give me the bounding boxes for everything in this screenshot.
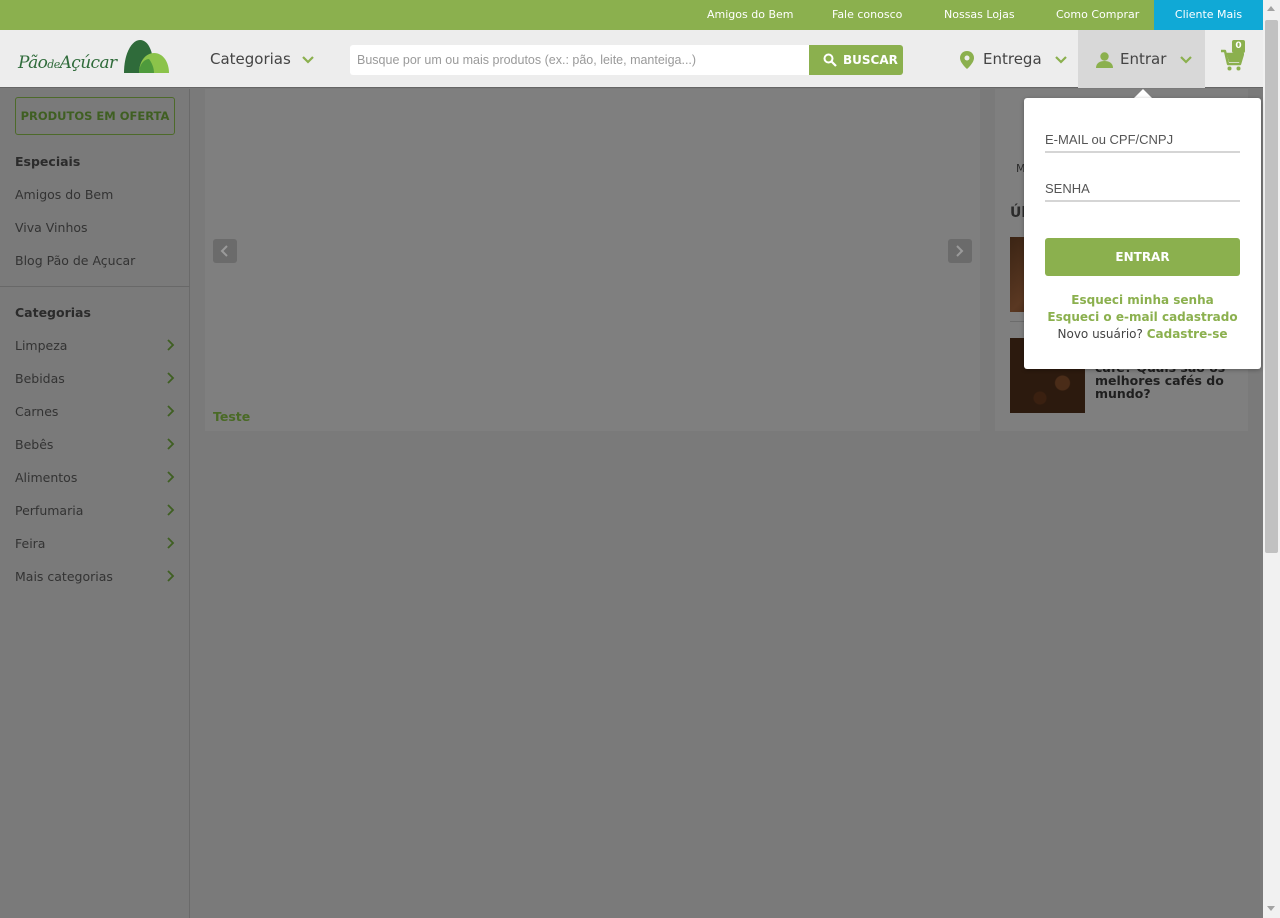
new-user-text: Novo usuário? Cadastre-se [1024,327,1261,341]
chevron-right-icon [956,245,964,257]
main-header: PãodeAçúcar Categorias BUSCAR Entrega En… [0,30,1263,88]
page-scrollbar[interactable] [1263,0,1280,918]
sidebar-item-bebidas[interactable]: Bebidas [15,371,175,386]
forgot-email-link[interactable]: Esqueci o e-mail cadastrado [1024,310,1261,324]
sidebar-item-label: Perfumaria [15,503,84,518]
chevron-right-icon [167,405,175,417]
chevron-left-icon [220,245,228,257]
cart-count-badge: 0 [1232,40,1245,53]
sidebar-item-label: Alimentos [15,470,78,485]
categorias-label: Categorias [210,50,291,68]
carousel-caption[interactable]: Teste [213,409,250,424]
chevron-down-icon [1055,55,1068,64]
pao-de-acucar-logo[interactable]: PãodeAçúcar [18,39,173,79]
location-pin-icon [960,51,974,69]
scroll-thumb[interactable] [1265,20,1278,553]
toplink-nossas-lojas[interactable]: Nossas Lojas [944,0,1015,30]
sidebar-item-bebes[interactable]: Bebês [15,437,175,452]
logo-wordmark: PãodeAçúcar [18,53,117,73]
chevron-right-icon [167,339,175,351]
signup-link[interactable]: Cadastre-se [1147,327,1228,341]
categorias-dropdown[interactable]: Categorias [210,30,314,88]
chevron-right-icon [167,372,175,384]
scroll-up-arrow-icon[interactable] [1267,6,1275,11]
sidebar-item-blog[interactable]: Blog Pão de Açucar [15,253,175,268]
chevron-right-icon [167,537,175,549]
produtos-em-oferta-button[interactable]: PRODUTOS EM OFERTA [15,97,175,135]
sidebar-item-label: Bebês [15,437,54,452]
new-user-label: Novo usuário? [1057,327,1143,341]
toplink-fale-conosco[interactable]: Fale conosco [832,0,902,30]
sidebar-item-limpeza[interactable]: Limpeza [15,338,175,353]
carousel-next-button[interactable] [948,239,972,263]
chevron-down-icon [301,55,314,64]
toplink-como-comprar[interactable]: Como Comprar [1056,0,1139,30]
buscar-label: BUSCAR [843,53,898,67]
entrega-dropdown[interactable]: Entrega [958,30,1068,88]
chevron-right-icon [167,570,175,582]
sidebar-item-label: Bebidas [15,371,65,386]
sidebar-item-amigos-do-bem[interactable]: Amigos do Bem [15,187,175,202]
sidebar-divider [0,286,190,287]
sidebar-item-feira[interactable]: Feira [15,536,175,551]
sidebar: PRODUTOS EM OFERTA Especiais Amigos do B… [0,89,190,918]
sidebar-item-viva-vinhos[interactable]: Viva Vinhos [15,220,175,235]
sidebar-item-perfumaria[interactable]: Perfumaria [15,503,175,518]
sidebar-heading-especiais: Especiais [15,154,81,169]
entrar-dropdown[interactable]: Entrar [1078,30,1205,88]
entrega-label: Entrega [983,50,1042,68]
sidebar-item-carnes[interactable]: Carnes [15,404,175,419]
toplink-cliente-mais[interactable]: Cliente Mais [1154,0,1263,30]
chevron-right-icon [167,438,175,450]
chevron-right-icon [167,471,175,483]
login-dropdown: ENTRAR Esqueci minha senha Esqueci o e-m… [1024,98,1261,369]
scroll-down-arrow-icon[interactable] [1267,906,1275,911]
sidebar-item-mais-categorias[interactable]: Mais categorias [15,569,175,584]
email-field[interactable] [1045,127,1240,153]
entrar-label: Entrar [1120,50,1167,68]
forgot-password-link[interactable]: Esqueci minha senha [1024,293,1261,307]
sidebar-item-label: Feira [15,536,46,551]
user-icon [1096,52,1113,68]
search-input[interactable] [350,45,809,75]
login-dropdown-caret [1134,89,1152,98]
toplink-amigos-do-bem[interactable]: Amigos do Bem [707,0,793,30]
sidebar-item-label: Carnes [15,404,59,419]
sidebar-item-alimentos[interactable]: Alimentos [15,470,175,485]
chevron-down-icon [1180,55,1192,64]
buscar-button[interactable]: BUSCAR [809,45,903,75]
sidebar-heading-categorias: Categorias [15,305,91,320]
banner-carousel: Teste [205,89,980,431]
top-bar: Amigos do Bem Fale conosco Nossas Lojas … [0,0,1263,30]
logo-mark-icon [124,40,169,73]
sidebar-item-label: Mais categorias [15,569,113,584]
login-submit-button[interactable]: ENTRAR [1045,238,1240,276]
carousel-prev-button[interactable] [213,239,237,263]
search-icon [823,53,837,67]
sidebar-item-label: Limpeza [15,338,68,353]
password-field[interactable] [1045,176,1240,202]
chevron-right-icon [167,504,175,516]
